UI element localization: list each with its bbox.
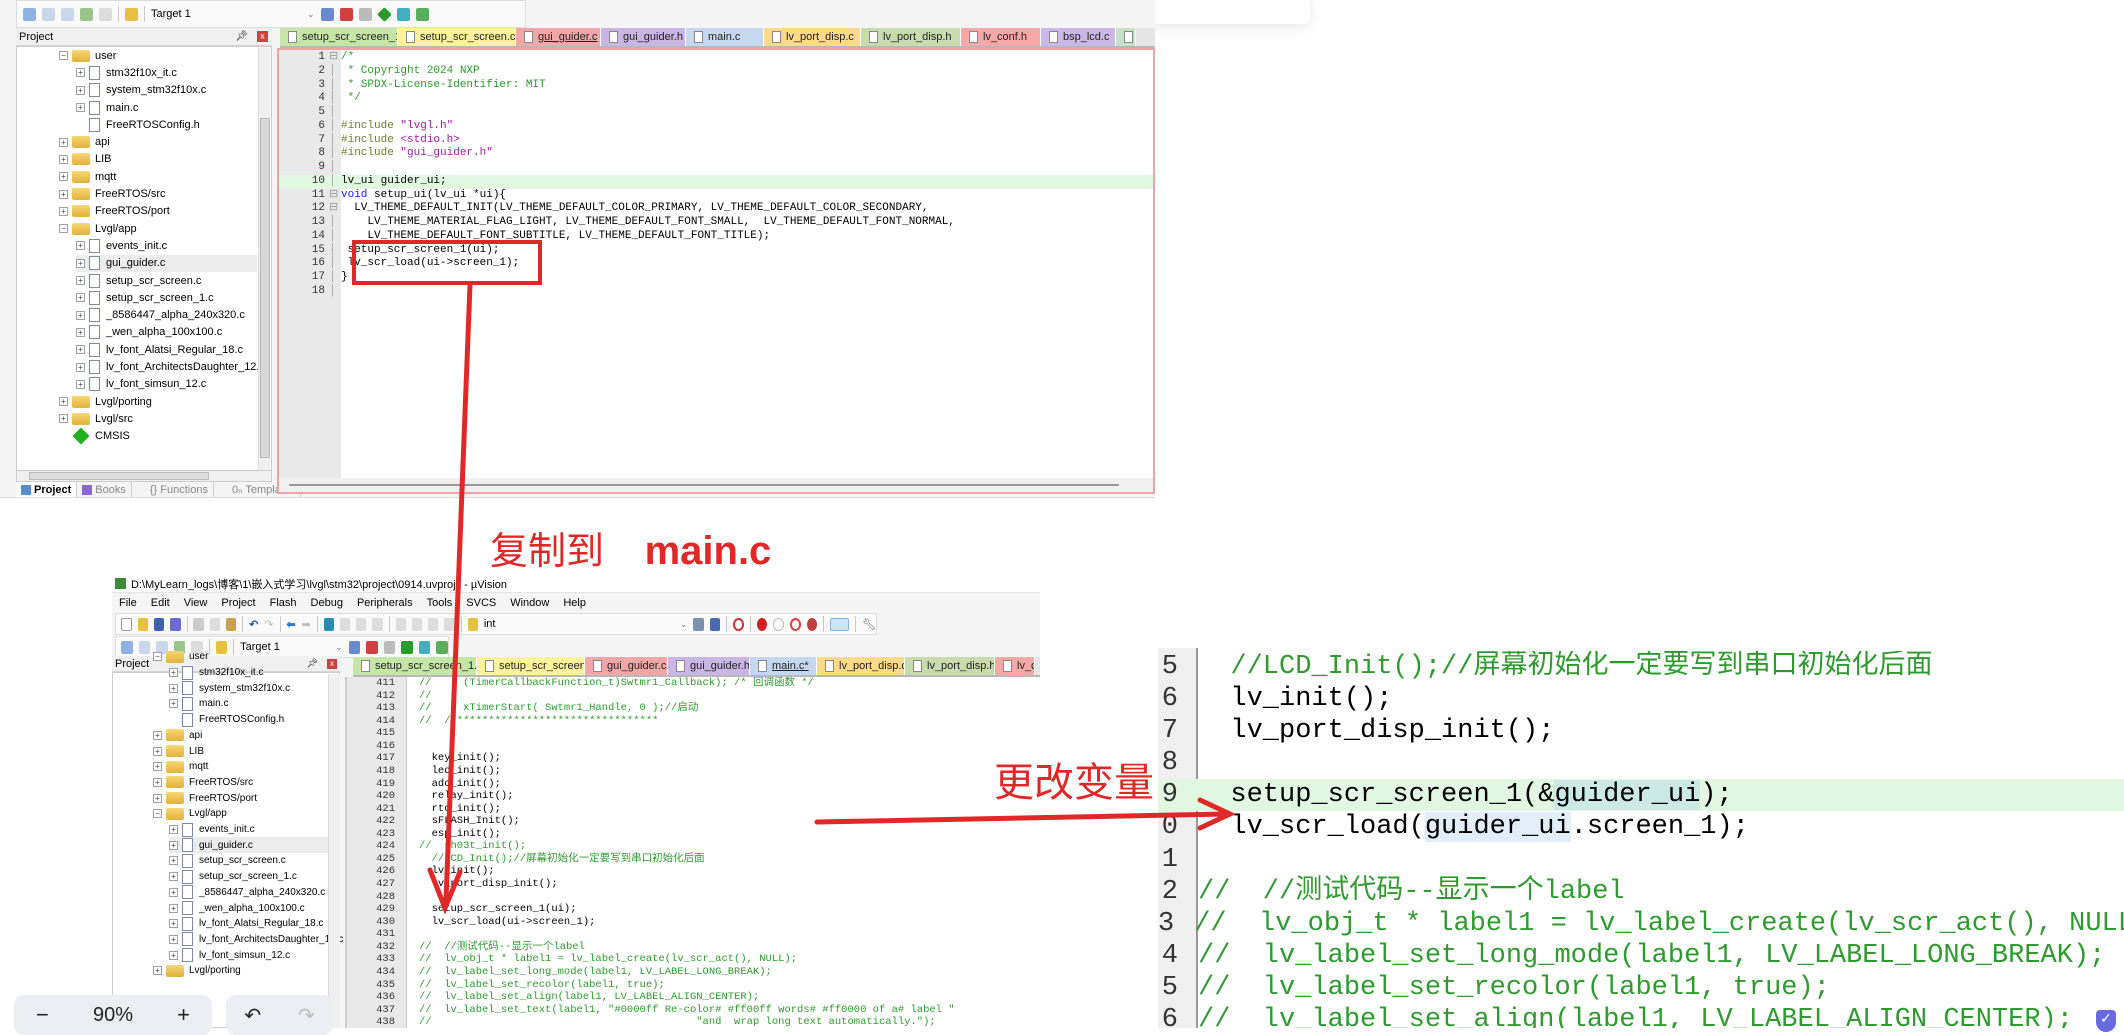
change-arrow-shaft: [814, 811, 1229, 825]
annotation-arrows: [427, 282, 1236, 915]
change-variable-annotation: 更改变量: [994, 761, 1154, 805]
copy-target-label: main.c: [644, 529, 772, 573]
copy-arrow-shaft: [443, 282, 473, 903]
copy-annotation: 复制到 main.c: [490, 520, 771, 575]
copy-to-label: 复制到: [490, 531, 605, 573]
